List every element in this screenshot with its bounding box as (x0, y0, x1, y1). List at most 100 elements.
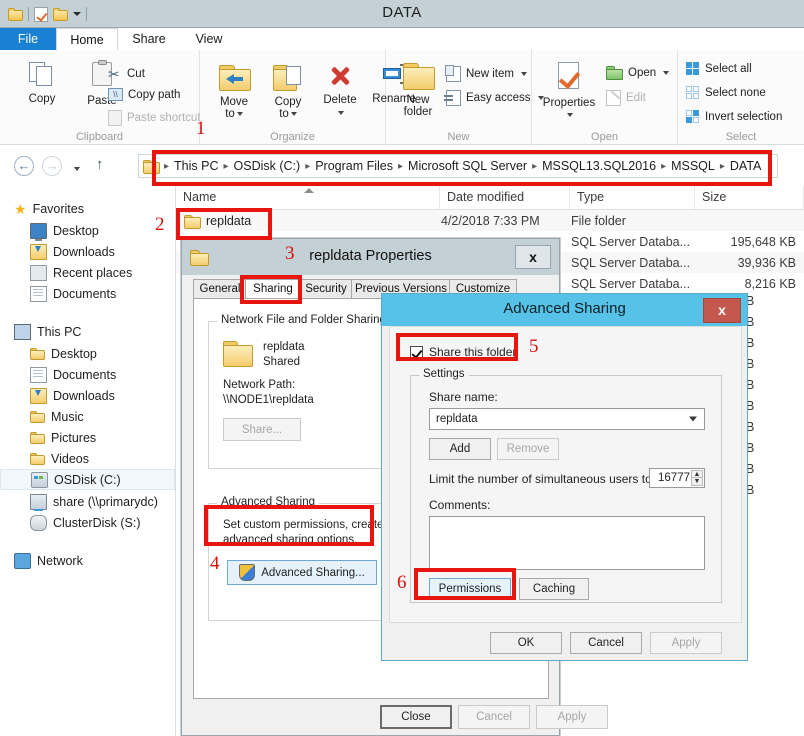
sidebar-item-osdisk[interactable]: OSDisk (C:) (0, 469, 175, 490)
apply-button[interactable]: Apply (650, 632, 722, 654)
share-this-folder-checkbox[interactable]: Share this folder (410, 345, 516, 359)
permissions-button[interactable]: Permissions (429, 578, 511, 600)
breadcrumb-microsoft-sql-server[interactable]: Microsoft SQL Server (405, 159, 530, 173)
spinner-down-icon[interactable]: ▼ (691, 477, 703, 486)
column-header-type[interactable]: Type (570, 186, 695, 209)
column-header-name[interactable]: Name (176, 186, 440, 209)
easy-access-icon (444, 90, 461, 106)
chevron-down-icon[interactable] (290, 111, 297, 116)
cancel-button[interactable]: Cancel (570, 632, 642, 654)
open-button[interactable]: Open (606, 66, 670, 80)
cancel-button[interactable]: Cancel (458, 705, 530, 729)
shared-folder-status: Shared (263, 356, 301, 368)
invert-selection-button[interactable]: Invert selection (686, 110, 782, 124)
sidebar-item-desktop-pc[interactable]: Desktop (0, 343, 175, 364)
cut-button[interactable]: ✂ Cut (108, 66, 145, 82)
chevron-down-icon[interactable] (689, 416, 697, 422)
close-icon[interactable]: x (703, 298, 741, 323)
new-folder-button[interactable]: New folder (394, 62, 442, 118)
column-header-size[interactable]: Size (695, 186, 804, 209)
nav-header-network[interactable]: Network (0, 550, 175, 571)
select-all-button[interactable]: Select all (686, 62, 752, 76)
sidebar-item-clusterdisk[interactable]: ClusterDisk (S:) (0, 512, 175, 533)
sidebar-item-documents-pc[interactable]: Documents (0, 364, 175, 385)
properties-button[interactable]: Properties (538, 62, 600, 121)
breadcrumb-data[interactable]: DATA (727, 159, 764, 173)
share-button[interactable]: Share... (223, 418, 301, 441)
up-button[interactable]: ↑ (96, 156, 104, 173)
breadcrumb-program-files[interactable]: Program Files (312, 159, 396, 173)
breadcrumb-osdisk[interactable]: OSDisk (C:) (231, 159, 304, 173)
ribbon-group-open: Properties Open Edit Open (532, 50, 678, 145)
chevron-down-icon[interactable] (567, 112, 573, 117)
nav-header-this-pc[interactable]: This PC (0, 321, 175, 342)
tab-view[interactable]: View (180, 28, 238, 50)
copy-button[interactable]: Copy (14, 62, 70, 105)
tab-file[interactable]: File (0, 28, 56, 50)
paste-shortcut-button: Paste shortcut (108, 110, 201, 126)
limit-users-spinner[interactable]: 16777 ▲ ▼ (649, 468, 705, 488)
ok-button[interactable]: OK (490, 632, 562, 654)
file-type-cell: SQL Server Databa... (571, 234, 691, 249)
table-row[interactable]: repldata 4/2/2018 7:33 PM File folder (176, 210, 804, 231)
apply-button[interactable]: Apply (536, 705, 608, 729)
new-item-button[interactable]: New item (445, 65, 527, 82)
sidebar-item-recent-places[interactable]: Recent places (0, 262, 175, 283)
recent-locations-button[interactable] (72, 160, 80, 178)
advanced-sharing-dialog-title: Advanced Sharing (503, 300, 626, 317)
sidebar-item-desktop[interactable]: Desktop (0, 220, 175, 241)
address-field[interactable]: ▸ This PC ▸ OSDisk (C:) ▸ Program Files … (138, 154, 778, 178)
column-header-row: Name Date modified Type Size (176, 186, 804, 210)
sidebar-item-share-primarydc[interactable]: share (\\primarydc) (0, 491, 175, 512)
copy-path-button[interactable]: \\ Copy path (108, 88, 180, 101)
tab-security[interactable]: Security (299, 279, 353, 299)
folder-icon (184, 214, 201, 229)
comments-textarea[interactable] (429, 516, 705, 570)
advanced-sharing-button[interactable]: Advanced Sharing... (227, 560, 377, 585)
chevron-down-icon[interactable] (520, 72, 527, 76)
nav-header-favorites[interactable]: ★ Favorites (0, 198, 175, 219)
caching-button[interactable]: Caching (519, 578, 589, 600)
move-to-button[interactable]: Move to (208, 64, 260, 120)
advanced-sharing-legend: Advanced Sharing (217, 496, 319, 508)
nav-label: Documents (53, 286, 117, 301)
back-button[interactable]: ← (14, 156, 34, 176)
share-this-folder-label: Share this folder (429, 345, 517, 359)
copy-to-button[interactable]: Copy to (262, 64, 314, 120)
column-header-date-modified[interactable]: Date modified (440, 186, 570, 209)
limit-users-value: 16777 (658, 472, 690, 484)
edit-icon (606, 90, 621, 106)
move-to-icon (219, 64, 251, 91)
breadcrumb-mssql[interactable]: MSSQL (668, 159, 718, 173)
sidebar-item-pictures[interactable]: Pictures (0, 427, 175, 448)
add-button[interactable]: Add (429, 438, 491, 460)
sidebar-item-videos[interactable]: Videos (0, 448, 175, 469)
address-bar: ← → ↑ ▸ This PC ▸ OSDisk (C:) ▸ Program … (0, 146, 804, 186)
breadcrumb-instance[interactable]: MSSQL13.SQL2016 (539, 159, 659, 173)
open-folder-icon (606, 66, 623, 80)
close-button[interactable]: Close (380, 705, 452, 729)
properties-dialog-title: repldata Properties (309, 248, 432, 264)
annotation-number-3: 3 (285, 243, 295, 264)
checkbox-icon (410, 345, 423, 359)
tab-general[interactable]: General (193, 279, 247, 299)
breadcrumb-this-pc[interactable]: This PC (171, 159, 221, 173)
share-name-combobox[interactable]: repldata (429, 408, 705, 430)
easy-access-button[interactable]: Easy access (444, 90, 544, 106)
close-icon[interactable]: x (515, 245, 551, 269)
chevron-down-icon[interactable] (338, 110, 344, 115)
sidebar-item-music[interactable]: Music (0, 406, 175, 427)
forward-button[interactable]: → (42, 156, 62, 176)
sidebar-item-downloads-pc[interactable]: Downloads (0, 385, 175, 406)
select-none-button[interactable]: Select none (686, 86, 766, 100)
tab-sharing[interactable]: Sharing (245, 279, 301, 300)
remove-button[interactable]: Remove (497, 438, 559, 460)
chevron-down-icon[interactable] (663, 71, 670, 75)
nav-label: Desktop (53, 223, 99, 238)
delete-button[interactable]: Delete (316, 64, 364, 119)
tab-home[interactable]: Home (56, 28, 118, 50)
sidebar-item-downloads[interactable]: Downloads (0, 241, 175, 262)
tab-share[interactable]: Share (118, 28, 180, 50)
sidebar-item-documents[interactable]: Documents (0, 283, 175, 304)
chevron-down-icon[interactable] (236, 111, 243, 116)
